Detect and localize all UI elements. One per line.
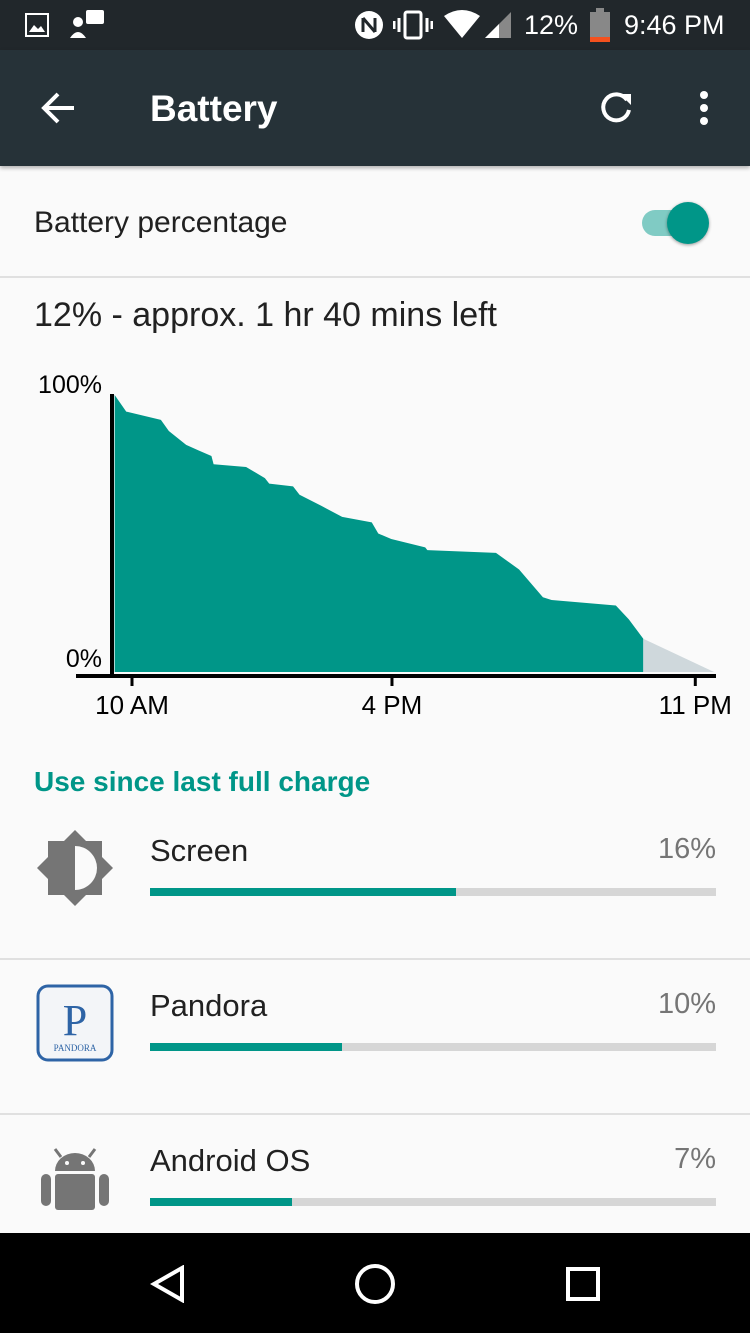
- android-icon: [41, 1148, 109, 1210]
- more-vert-icon[interactable]: [696, 90, 712, 126]
- navigation-bar: [0, 1233, 750, 1333]
- usage-bar: [150, 888, 716, 896]
- app-usage-row-pandora[interactable]: P PANDORA Pandora 10%: [0, 960, 750, 1115]
- image-icon: [25, 13, 49, 37]
- brightness-icon: [37, 830, 113, 906]
- projection-area: [643, 638, 715, 672]
- y-tick-label: 100%: [38, 371, 102, 399]
- x-tick-label: 10 AM: [95, 690, 169, 720]
- pandora-logo-text: PANDORA: [54, 1043, 97, 1053]
- battery-percentage-label: Battery percentage: [34, 206, 288, 239]
- signal-icon: [485, 12, 511, 38]
- chart-svg: 100% 0% 10 AM 4 PM 11 PM: [38, 371, 732, 720]
- status-bar: 12% 9:46 PM: [0, 0, 750, 50]
- usage-bar: [150, 1043, 716, 1051]
- battery-percent: 12%: [524, 10, 579, 40]
- battery-percentage-row[interactable]: Battery percentage: [0, 166, 750, 278]
- app-percent: 16%: [657, 833, 716, 865]
- app-name: Screen: [150, 833, 249, 868]
- usage-bar-fill: [150, 1198, 292, 1206]
- refresh-icon[interactable]: [598, 90, 634, 126]
- usage-bar: [150, 1198, 716, 1206]
- back-arrow-icon[interactable]: [40, 90, 76, 126]
- app-bar: Battery: [0, 50, 750, 166]
- app-name: Pandora: [150, 988, 268, 1023]
- app-percent: 7%: [674, 1143, 716, 1175]
- usage-bar-fill: [150, 888, 456, 896]
- home-icon[interactable]: [354, 1263, 396, 1305]
- app-percent: 10%: [657, 988, 716, 1020]
- battery-icon: [590, 8, 610, 42]
- y-tick-label: 0%: [66, 645, 102, 673]
- toggle-thumb[interactable]: [667, 202, 709, 244]
- recents-icon[interactable]: [566, 1267, 600, 1301]
- chat-icon: [70, 10, 104, 38]
- x-tick-label: 11 PM: [659, 690, 732, 720]
- battery-level-area: [114, 395, 644, 672]
- app-name: Android OS: [150, 1143, 311, 1178]
- nfc-icon: [355, 11, 383, 39]
- battery-history-chart: 100% 0% 10 AM 4 PM 11 PM: [0, 360, 750, 730]
- battery-summary: 12% - approx. 1 hr 40 mins left: [34, 296, 498, 334]
- x-tick-label: 4 PM: [362, 690, 423, 720]
- usage-bar-fill: [150, 1043, 343, 1051]
- svg-text:P: P: [63, 996, 87, 1045]
- section-title: Use since last full charge: [34, 766, 371, 797]
- back-icon[interactable]: [150, 1265, 186, 1303]
- clock: 9:46 PM: [624, 10, 725, 40]
- pandora-icon: PPANDORA: [36, 984, 114, 1062]
- vibrate-icon: [393, 10, 433, 40]
- app-usage-row-screen[interactable]: Screen 16%: [0, 805, 750, 960]
- page-title: Battery: [150, 88, 278, 129]
- wifi-icon: [444, 10, 480, 38]
